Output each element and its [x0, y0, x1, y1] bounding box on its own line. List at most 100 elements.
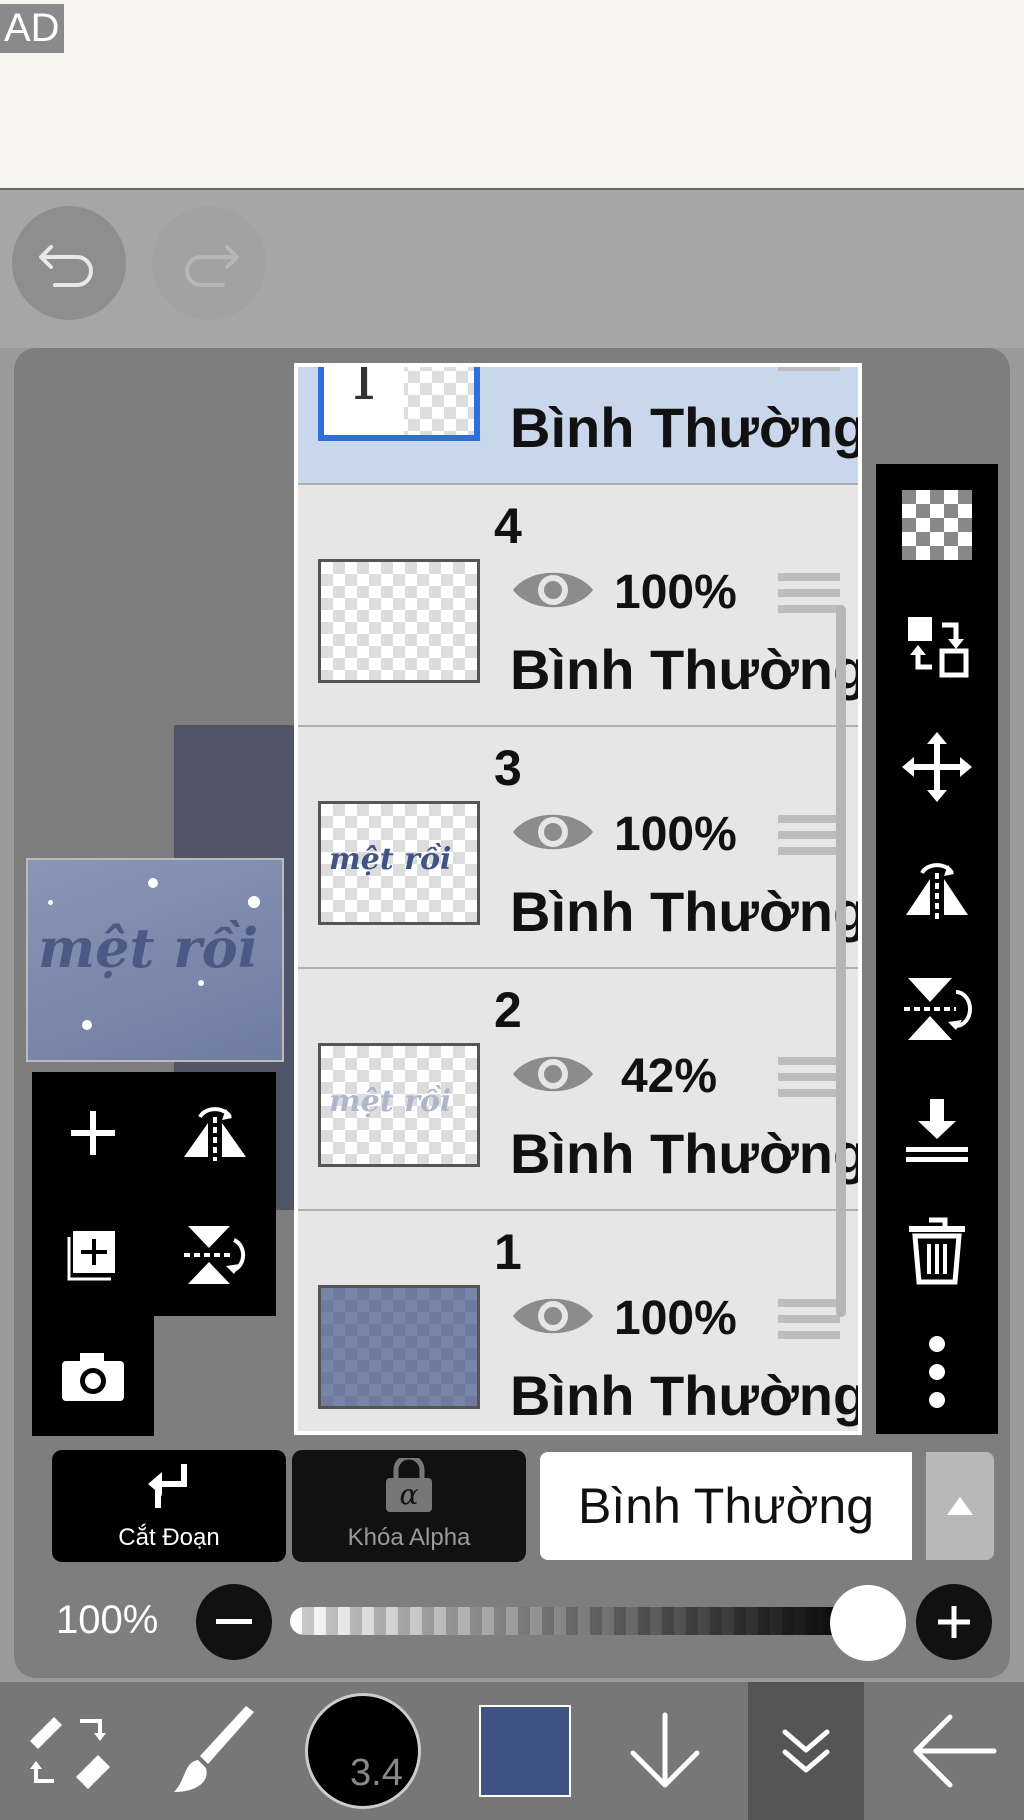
brush-size-value: 3.4 — [350, 1752, 403, 1794]
ad-label: AD — [0, 4, 64, 53]
opacity-slider[interactable] — [290, 1607, 864, 1635]
clipping-button[interactable]: Cắt Đoạn — [52, 1450, 286, 1562]
move-layer-button[interactable] — [876, 706, 998, 827]
layer-opacity: 100% — [614, 1292, 737, 1345]
right-tool-panel — [876, 464, 998, 1434]
arrow-down-icon — [630, 1712, 700, 1788]
layer-thumbnail[interactable]: mệt rồi — [318, 801, 480, 925]
drag-handle-icon[interactable] — [778, 1299, 840, 1347]
visibility-eye-icon[interactable] — [510, 1291, 596, 1341]
duplicate-layer-icon — [67, 1231, 115, 1281]
svg-text:α: α — [400, 1478, 419, 1511]
canvas-thumbnail-text: mệt rồi — [38, 916, 259, 980]
flip-layer-vertical-button[interactable] — [876, 948, 998, 1069]
layer-opacity: 100% — [614, 808, 737, 861]
triangle-up-icon — [947, 1497, 973, 1515]
layer-thumbnail[interactable]: T — [318, 367, 480, 441]
camera-button[interactable] — [32, 1316, 154, 1436]
layer-row[interactable]: T100%Bình Thường — [298, 363, 858, 485]
brush-eraser-toggle-button[interactable] — [0, 1682, 138, 1820]
checkerboard-icon — [902, 489, 972, 560]
swap-layers-button[interactable] — [876, 585, 998, 706]
move-down-button[interactable] — [600, 1682, 730, 1820]
undo-icon — [39, 245, 93, 287]
redo-button[interactable] — [152, 206, 266, 320]
layer-list-scrollbar[interactable] — [836, 605, 846, 1317]
delete-layer-button[interactable] — [876, 1190, 998, 1311]
alpha-lock-button[interactable]: α Khóa Alpha — [292, 1450, 526, 1562]
drag-handle-icon[interactable] — [778, 573, 840, 621]
double-chevron-down-icon — [782, 1729, 830, 1773]
flip-horizontal-button[interactable] — [154, 1072, 276, 1194]
layer-blend-mode: Bình Thường — [510, 1122, 862, 1185]
blend-mode-select[interactable]: Bình Thường — [540, 1452, 912, 1560]
layer-thumbnail-text: mệt rồi — [329, 1084, 452, 1119]
clipping-arrow-icon — [148, 1464, 187, 1508]
layer-thumbnail[interactable] — [318, 1285, 480, 1409]
plus-icon — [71, 1111, 115, 1155]
layer-number: 4 — [494, 498, 522, 554]
layer-opacity: 100% — [614, 566, 737, 619]
add-layer-button[interactable] — [32, 1072, 154, 1194]
brush-size-button[interactable]: 3.4 — [298, 1682, 428, 1820]
layer-number: 2 — [494, 982, 522, 1038]
layer-row[interactable]: 4 100% Bình Thường — [298, 485, 858, 727]
back-button[interactable] — [884, 1682, 1024, 1820]
layer-blend-mode: Bình Thường — [510, 638, 862, 701]
layer-opacity: 42% — [620, 1050, 718, 1103]
layer-row[interactable]: 1 100% Bình Thường — [298, 1211, 858, 1431]
layer-blend-mode: Bình Thường — [510, 396, 862, 459]
transparent-fill-button[interactable] — [876, 464, 998, 585]
redo-icon — [185, 245, 239, 287]
brush-icon — [174, 1706, 254, 1792]
swap-icon — [908, 616, 969, 677]
layer-list[interactable]: T 100% Bình Thường 4 100% Bình Thường mệt rồi 3… — [294, 363, 862, 1435]
left-tool-panel-lower — [32, 1316, 154, 1436]
flip-vertical-button[interactable] — [154, 1194, 276, 1316]
undo-button[interactable] — [12, 206, 126, 320]
add-layer-copy-button[interactable] — [32, 1194, 154, 1316]
visibility-eye-icon[interactable] — [510, 565, 596, 615]
flip-vertical-icon — [904, 977, 972, 1040]
drag-handle-icon[interactable] — [778, 367, 840, 379]
brush-eraser-swap-icon — [30, 1717, 110, 1789]
drag-handle-icon[interactable] — [778, 815, 840, 863]
opacity-decrease-button[interactable] — [196, 1584, 272, 1660]
brush-tool-button[interactable] — [150, 1682, 280, 1820]
layer-thumbnail-text: mệt rồi — [329, 842, 452, 877]
drag-handle-icon[interactable] — [778, 1057, 840, 1105]
flip-horizontal-icon — [184, 1107, 246, 1161]
move-icon — [902, 731, 972, 802]
plus-icon — [938, 1606, 970, 1638]
blend-mode-dropdown-button[interactable] — [926, 1452, 994, 1560]
text-layer-glyph: T — [324, 367, 404, 435]
flip-vertical-icon — [184, 1226, 246, 1284]
merge-down-button[interactable] — [876, 1069, 998, 1190]
flip-layer-horizontal-button[interactable] — [876, 827, 998, 948]
alpha-lock-label: Khóa Alpha — [347, 1524, 471, 1551]
layers-toggle-button[interactable] — [748, 1682, 864, 1820]
visibility-eye-icon[interactable] — [510, 1049, 596, 1099]
layer-number: 1 — [494, 1224, 522, 1280]
layer-row[interactable]: mệt rồi 2 42% Bình Thường — [298, 969, 858, 1211]
flip-horizontal-icon — [906, 862, 968, 919]
brush-size-indicator: 3.4 — [305, 1693, 421, 1809]
more-options-button[interactable] — [876, 1311, 998, 1432]
layer-thumbnail[interactable]: mệt rồi — [318, 1043, 480, 1167]
canvas-thumbnail[interactable]: mệt rồi — [26, 858, 284, 1062]
lock-icon: α — [386, 1458, 432, 1512]
ad-banner[interactable] — [0, 0, 1024, 190]
layer-row[interactable]: mệt rồi 3 100% Bình Thường — [298, 727, 858, 969]
opacity-increase-button[interactable] — [916, 1584, 992, 1660]
left-tool-panel — [32, 1072, 276, 1316]
opacity-slider-knob[interactable] — [830, 1585, 906, 1661]
more-vertical-icon — [929, 1335, 945, 1408]
layer-blend-mode: Bình Thường — [510, 1364, 862, 1427]
layer-number: 3 — [494, 740, 522, 796]
color-swatch-button[interactable] — [460, 1682, 590, 1820]
visibility-eye-icon[interactable] — [510, 807, 596, 857]
current-color-swatch — [479, 1705, 571, 1797]
layer-thumbnail[interactable] — [318, 559, 480, 683]
minus-icon — [216, 1619, 252, 1624]
visibility-eye-icon[interactable] — [510, 363, 596, 373]
